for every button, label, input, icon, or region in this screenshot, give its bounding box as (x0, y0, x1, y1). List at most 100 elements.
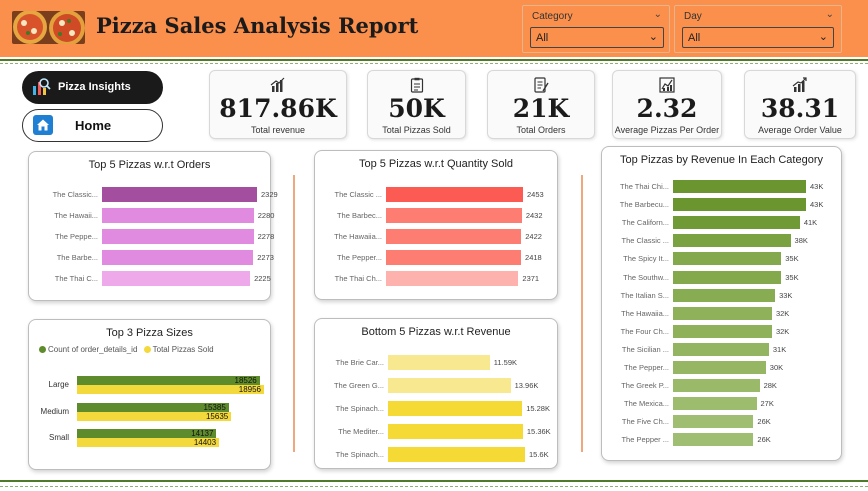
bar-row: The Sicilian ... 31K (602, 342, 841, 356)
bar-row: The Four Ch... 32K (602, 324, 841, 338)
bar[interactable] (388, 424, 523, 439)
bar-row: The Classic ... 2453 (315, 187, 557, 202)
bar[interactable] (673, 306, 772, 320)
header-bar: Pizza Sales Analysis Report Category ⌄ A… (0, 0, 868, 57)
bar-category-label: The Brie Car... (335, 358, 384, 367)
bar[interactable] (386, 208, 522, 223)
bar-value-label: 11.59K (493, 358, 517, 367)
size-bar[interactable]: 14137 (77, 429, 217, 438)
bar-row: The Italian S... 33K (602, 288, 841, 302)
bar[interactable] (102, 250, 254, 265)
kpi-label: Average Order Value (758, 125, 842, 135)
bar-category-label: The Thai Chi... (619, 182, 669, 191)
size-bar-value: 18526 (234, 376, 257, 385)
bar[interactable] (673, 288, 776, 302)
bar[interactable] (386, 250, 522, 265)
bottom5-revenue-chart: Bottom 5 Pizzas w.r.t Revenue The Brie C… (314, 318, 558, 469)
day-dropdown[interactable]: All ⌄ (682, 27, 834, 48)
bar[interactable] (388, 401, 523, 416)
bar-row: The Pepper... 30K (602, 361, 841, 374)
bar[interactable] (388, 378, 511, 393)
pizza-insights-button[interactable]: Pizza Insights (22, 71, 163, 104)
bar[interactable] (673, 397, 757, 411)
size-bar-value: 14403 (193, 438, 217, 447)
bar-value-label: 2225 (254, 274, 271, 283)
size-bar[interactable]: 15385 (77, 403, 229, 412)
bar-row: The Pepper ... 26K (602, 433, 841, 447)
chart-title: Bottom 5 Pizzas w.r.t Revenue (361, 326, 511, 338)
size-bar[interactable]: 14403 (77, 438, 220, 447)
bar[interactable] (673, 324, 772, 338)
kpi-label: Total Orders (516, 125, 566, 135)
size-bar[interactable]: 18956 (77, 385, 264, 394)
bar[interactable] (673, 252, 782, 266)
bar[interactable] (673, 270, 782, 284)
bar[interactable] (388, 355, 490, 370)
insights-icon (33, 78, 51, 95)
bar-value-label: 26K (757, 435, 771, 445)
size-bar-value: 18956 (238, 385, 261, 394)
bar[interactable] (388, 447, 525, 462)
bar[interactable] (673, 361, 766, 374)
kpi-value: 38.31 (760, 94, 840, 123)
category-slicer[interactable]: Category ⌄ All ⌄ (522, 5, 670, 53)
bar-row: The Barbecu... 43K (602, 198, 841, 212)
bar-value-label: 2432 (525, 211, 543, 220)
kpi-average-order-value: 38.31 Average Order Value (744, 70, 856, 139)
pizza-logo-image (12, 11, 85, 44)
bar[interactable] (673, 342, 769, 356)
bar[interactable] (386, 271, 519, 286)
day-dropdown-value: All (688, 32, 701, 44)
chevron-down-icon[interactable]: ⌄ (654, 9, 662, 20)
bar-category-label: The Barbec... (336, 211, 382, 220)
bar-row: The Southw... 35K (602, 270, 841, 284)
bar-category-label: The Thai Ch... (334, 274, 382, 283)
bar-row: The Classic ... 38K (602, 234, 841, 248)
bar-category-label: The Greek P... (621, 381, 669, 391)
bar[interactable] (673, 198, 806, 212)
kpi-label: Average Pizzas Per Order (614, 125, 720, 135)
size-bar[interactable]: 15635 (77, 412, 232, 421)
top5-quantity-chart: Top 5 Pizzas w.r.t Quantity Sold The Cla… (314, 150, 558, 300)
bar-category-label: The Pepper... (336, 253, 382, 262)
home-button[interactable]: Home (22, 109, 163, 142)
chevron-down-icon[interactable]: ⌄ (826, 9, 834, 20)
bar[interactable] (673, 234, 791, 248)
green-divider (0, 480, 868, 482)
chart-title: Top 5 Pizzas w.r.t Quantity Sold (358, 158, 514, 170)
bar[interactable] (386, 187, 523, 202)
pizza-insights-label: Pizza Insights (58, 81, 131, 93)
bar-row: The Peppe... 2278 (29, 229, 274, 244)
size-bar[interactable]: 18526 (77, 376, 260, 385)
top3-sizes-chart: Top 3 Pizza Sizes Count of order_details… (28, 319, 271, 470)
kpi-total-revenue: 817.86K Total revenue (209, 70, 347, 139)
size-category-label: Small (48, 433, 69, 442)
bar[interactable] (673, 379, 760, 393)
bar[interactable] (673, 433, 754, 447)
bar-row: The Classic... 2329 (29, 187, 278, 202)
bar-value-label: 2371 (522, 274, 540, 283)
bar-value-label: 2280 (257, 211, 275, 220)
bar[interactable] (673, 180, 806, 193)
bar[interactable] (102, 208, 254, 223)
chevron-down-icon[interactable]: ⌄ (649, 30, 658, 43)
bar-value-label: 41K (803, 218, 818, 228)
day-slicer[interactable]: Day ⌄ All ⌄ (674, 5, 842, 53)
chart-legend: Count of order_details_id Total Pizzas S… (39, 345, 218, 354)
bar[interactable] (102, 229, 254, 244)
bar[interactable] (673, 216, 800, 230)
legend-dot (143, 346, 151, 353)
growth-chart-icon (792, 77, 807, 92)
bar-category-label: The Mexica... (623, 399, 669, 409)
bar[interactable] (102, 271, 251, 286)
bar[interactable] (386, 229, 522, 244)
bar-category-label: The Southw... (623, 272, 669, 282)
category-dropdown-value: All (536, 32, 549, 44)
bar-row: The Hawaii... 2280 (29, 208, 274, 223)
bar[interactable] (102, 187, 257, 202)
bar[interactable] (673, 415, 754, 429)
kpi-total-orders: 21K Total Orders (487, 70, 595, 139)
chevron-down-icon[interactable]: ⌄ (819, 30, 828, 43)
category-dropdown[interactable]: All ⌄ (530, 27, 664, 48)
bar-row: The Mediter... 15.36K (315, 424, 557, 439)
